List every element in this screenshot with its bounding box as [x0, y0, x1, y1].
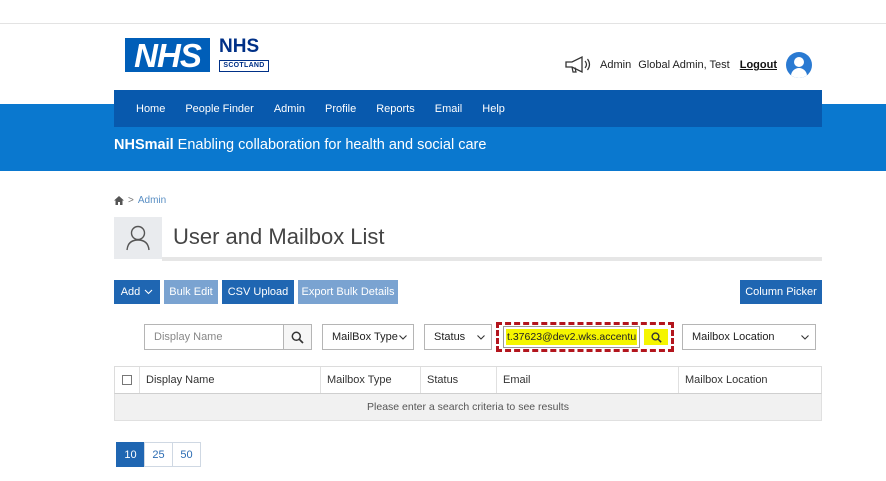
chevron-down-icon — [477, 334, 485, 340]
nav-item-home[interactable]: Home — [136, 103, 165, 115]
user-area: Admin Global Admin, Test Logout — [564, 52, 812, 78]
user-icon-box — [114, 217, 162, 259]
user-name: Global Admin, Test — [638, 59, 730, 71]
bulk-edit-button[interactable]: Bulk Edit — [164, 280, 218, 304]
avatar[interactable] — [786, 52, 812, 78]
top-strip — [0, 0, 886, 24]
csv-upload-button[interactable]: CSV Upload — [222, 280, 294, 304]
nhs-logo: NHS — [125, 38, 210, 72]
chevron-down-icon — [144, 289, 153, 295]
user-role: Admin — [600, 59, 632, 71]
tagline-brand: NHSmail — [114, 137, 174, 153]
breadcrumb-separator: > — [128, 195, 134, 206]
table-empty-message: Please enter a search criteria to see re… — [114, 394, 822, 421]
column-header-display-name[interactable]: Display Name — [139, 367, 320, 393]
status-value: Status — [434, 331, 466, 343]
search-icon — [650, 331, 662, 343]
email-input-value: t.37623@dev2.wks.accentu — [506, 329, 637, 345]
mailbox-location-value: Mailbox Location — [692, 331, 775, 343]
nav-item-email[interactable]: Email — [435, 103, 463, 115]
user-outline-icon — [126, 225, 150, 251]
column-header-mailbox-location[interactable]: Mailbox Location — [678, 367, 821, 393]
home-icon[interactable] — [114, 196, 124, 205]
page-title: User and Mailbox List — [173, 224, 385, 249]
nhs-scotland-logo-subtext: SCOTLAND — [219, 60, 269, 72]
breadcrumb-admin[interactable]: Admin — [138, 195, 166, 206]
add-button[interactable]: Add — [114, 280, 160, 304]
display-name-input[interactable]: Display Name — [144, 324, 284, 350]
title-divider — [162, 257, 822, 261]
page-size-25[interactable]: 25 — [144, 442, 173, 467]
nav-item-profile[interactable]: Profile — [325, 103, 356, 115]
mailbox-location-select[interactable]: Mailbox Location — [682, 324, 816, 350]
email-search-button[interactable] — [644, 329, 668, 345]
nav-item-people-finder[interactable]: People Finder — [185, 103, 254, 115]
logout-link[interactable]: Logout — [740, 59, 777, 71]
breadcrumb: > Admin — [114, 195, 166, 206]
export-bulk-details-button[interactable]: Export Bulk Details — [298, 280, 398, 304]
main-nav: Home People Finder Admin Profile Reports… — [114, 90, 822, 127]
chevron-down-icon — [399, 334, 407, 340]
page-size-50[interactable]: 50 — [172, 442, 201, 467]
tagline-text: Enabling collaboration for health and so… — [173, 137, 487, 153]
display-name-search-button[interactable] — [283, 324, 312, 350]
nav-item-reports[interactable]: Reports — [376, 103, 415, 115]
mailbox-type-select[interactable]: MailBox Type — [322, 324, 414, 350]
add-button-label: Add — [120, 286, 141, 298]
nav-item-admin[interactable]: Admin — [274, 103, 305, 115]
results-table-header: Display Name Mailbox Type Status Email M… — [114, 366, 822, 394]
nhs-scotland-logo: NHS SCOTLAND — [215, 36, 271, 74]
page-size-10[interactable]: 10 — [116, 442, 145, 467]
tagline: NHSmail Enabling collaboration for healt… — [114, 137, 486, 153]
page-size-selector: 10 25 50 — [116, 442, 201, 467]
nav-item-help[interactable]: Help — [482, 103, 505, 115]
avatar-body — [791, 68, 807, 78]
nhs-logo-text: NHS — [134, 36, 202, 74]
chevron-down-icon — [801, 334, 809, 340]
search-icon — [291, 331, 304, 344]
mailbox-type-value: MailBox Type — [332, 331, 398, 343]
column-header-status[interactable]: Status — [420, 367, 496, 393]
column-picker-button[interactable]: Column Picker — [740, 280, 822, 304]
megaphone-icon[interactable] — [564, 55, 592, 75]
column-header-email[interactable]: Email — [496, 367, 678, 393]
avatar-head — [794, 57, 804, 67]
column-header-mailbox-type[interactable]: Mailbox Type — [320, 367, 420, 393]
nhs-scotland-logo-text: NHS — [219, 36, 260, 57]
select-all-checkbox[interactable] — [122, 375, 132, 385]
status-select[interactable]: Status — [424, 324, 492, 350]
email-input[interactable]: t.37623@dev2.wks.accentu — [503, 326, 640, 348]
